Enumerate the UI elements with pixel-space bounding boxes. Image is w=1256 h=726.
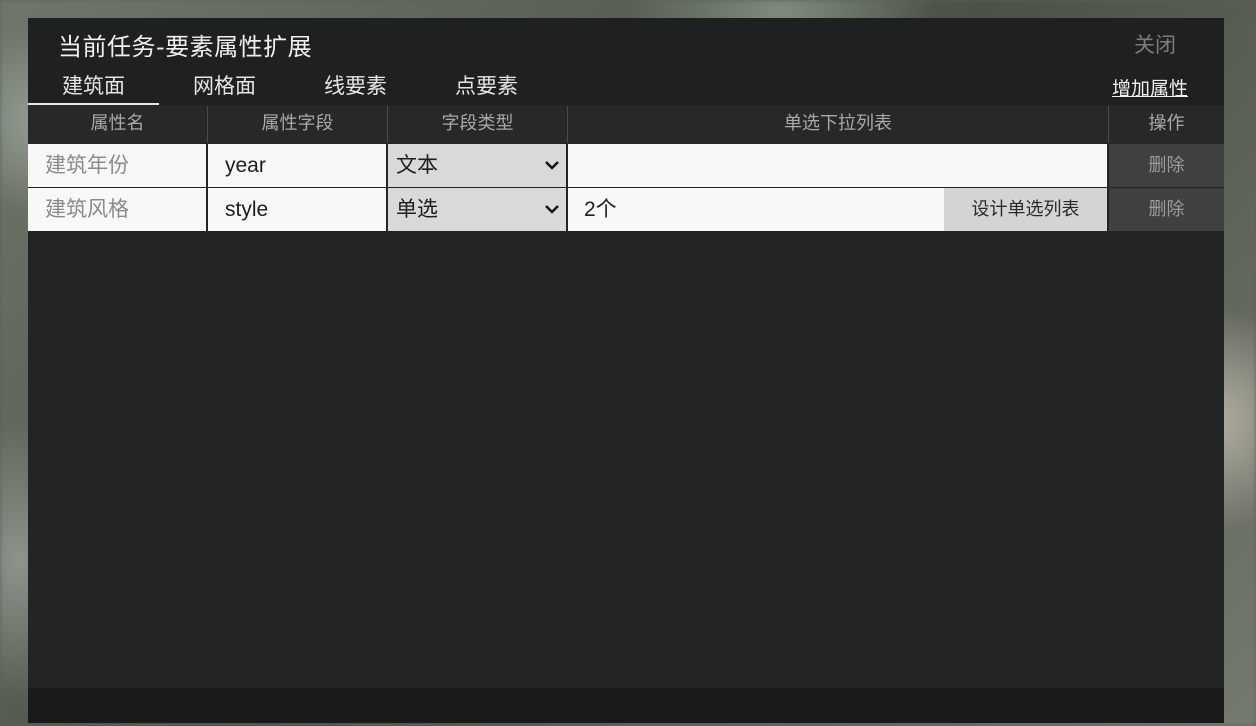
attribute-field-input[interactable]: style — [208, 188, 388, 231]
add-attribute-link[interactable]: 增加属性 — [1112, 74, 1188, 101]
table-row: 建筑年份 year 文本 删除 — [28, 144, 1224, 187]
attribute-table: 属性名 属性字段 字段类型 单选下拉列表 操作 建筑年份 year 文本 删除 … — [28, 106, 1224, 231]
close-button[interactable]: 关闭 — [1134, 29, 1176, 59]
table-header: 属性名 属性字段 字段类型 单选下拉列表 操作 — [28, 106, 1224, 143]
header-actions: 操作 — [1148, 113, 1185, 134]
dropdown-option-count: 2个 — [584, 198, 617, 221]
delete-button[interactable]: 删除 — [1109, 144, 1224, 187]
header-attribute-field: 属性字段 — [208, 106, 388, 143]
attribute-field-input[interactable]: year — [208, 144, 388, 187]
feature-type-tabs: 建筑面 网格面 线要素 点要素 增加属性 — [28, 67, 1224, 105]
tab-point-feature[interactable]: 点要素 — [421, 71, 552, 105]
field-type-value: 文本 — [396, 153, 438, 177]
delete-button[interactable]: 删除 — [1109, 188, 1224, 231]
chevron-down-icon — [545, 161, 559, 170]
header-attribute-name: 属性名 — [28, 106, 208, 143]
attribute-name-input[interactable]: 建筑年份 — [28, 144, 208, 187]
header-field-type: 字段类型 — [388, 106, 568, 143]
tab-grid-polygon[interactable]: 网格面 — [159, 71, 290, 105]
attribute-name-input[interactable]: 建筑风格 — [28, 188, 208, 231]
tab-building-polygon[interactable]: 建筑面 — [28, 71, 159, 105]
table-row: 建筑风格 style 单选 2个 设计单选列表 删除 — [28, 188, 1224, 231]
dialog-title-bar: 当前任务-要素属性扩展 关闭 — [28, 18, 1224, 67]
header-dropdown-list: 单选下拉列表 — [568, 106, 1109, 143]
dialog-title: 当前任务-要素属性扩展 — [58, 33, 313, 61]
chevron-down-icon — [545, 205, 559, 214]
field-type-select[interactable]: 文本 — [388, 144, 568, 187]
field-type-select[interactable]: 单选 — [388, 188, 568, 231]
dropdown-list-cell: 2个 设计单选列表 — [568, 188, 1109, 231]
attribute-extension-dialog: 当前任务-要素属性扩展 关闭 建筑面 网格面 线要素 点要素 增加属性 属性名 … — [28, 18, 1224, 723]
dialog-footer — [28, 688, 1224, 723]
design-single-select-button[interactable]: 设计单选列表 — [944, 188, 1107, 231]
dropdown-list-cell — [568, 144, 1109, 187]
field-type-value: 单选 — [396, 197, 438, 221]
tab-line-feature[interactable]: 线要素 — [290, 71, 421, 105]
